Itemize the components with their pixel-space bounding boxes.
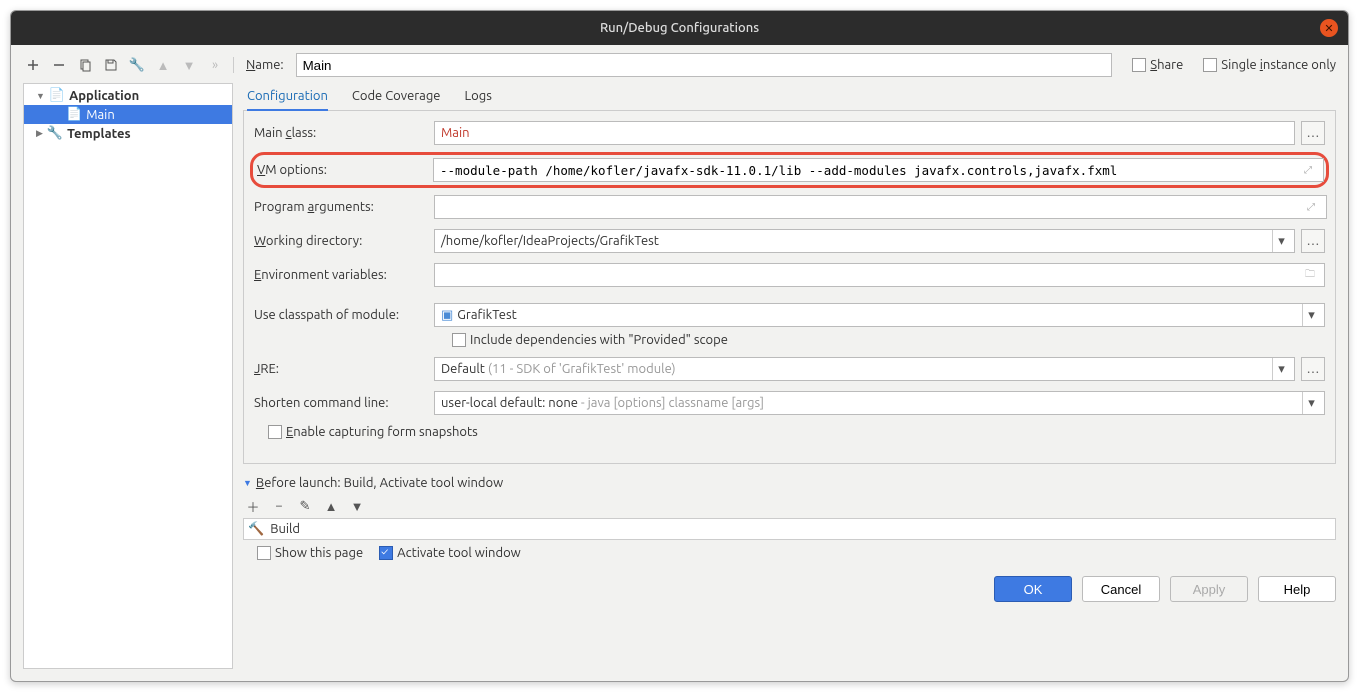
chevron-down-icon[interactable]: ▾ bbox=[1272, 230, 1290, 252]
enable-snapshots-checkbox[interactable] bbox=[268, 425, 282, 439]
chevron-down-icon[interactable]: ▾ bbox=[1272, 358, 1290, 380]
main-class-label: Main class:Main class: bbox=[254, 126, 434, 140]
tree-node-templates[interactable]: ▶ 🔧 Templates bbox=[24, 124, 232, 143]
chevron-down-icon[interactable]: ▾ bbox=[1302, 304, 1320, 326]
tabs-row: Configuration Code Coverage Logs bbox=[243, 83, 1336, 111]
tree-node-main[interactable]: 📄 Main bbox=[24, 105, 232, 124]
tab-code-coverage[interactable]: Code Coverage bbox=[352, 83, 441, 110]
cancel-button[interactable]: Cancel bbox=[1082, 576, 1160, 602]
move-down-task-icon[interactable]: ▼ bbox=[347, 496, 367, 516]
single-instance-checkbox[interactable] bbox=[1203, 58, 1217, 72]
vm-options-label: VM options:VM options: bbox=[257, 163, 433, 177]
activate-tool-row[interactable]: Activate tool window bbox=[379, 546, 521, 560]
jre-select[interactable]: Default (11 - SDK of 'GrafikTest' module… bbox=[434, 357, 1295, 381]
toolbar-separator bbox=[233, 57, 234, 73]
name-input[interactable] bbox=[296, 53, 1113, 77]
classpath-module-select[interactable]: ▣ GrafikTest ▾ bbox=[434, 303, 1325, 327]
program-args-label: Program arguments:Program arguments: bbox=[254, 200, 434, 214]
activate-tool-checkbox[interactable] bbox=[379, 546, 393, 560]
include-deps-checkbox[interactable] bbox=[452, 333, 466, 347]
add-config-icon[interactable] bbox=[23, 55, 43, 75]
apply-button: Apply bbox=[1170, 576, 1248, 602]
move-down-icon[interactable]: ▼ bbox=[179, 55, 199, 75]
browse-main-class-button[interactable]: … bbox=[1301, 121, 1325, 145]
main-class-input[interactable] bbox=[434, 121, 1295, 145]
working-dir-input[interactable]: /home/kofler/IdeaProjects/GrafikTest ▾ bbox=[434, 229, 1295, 253]
tree-expander-icon[interactable]: ▼ bbox=[36, 91, 45, 101]
env-vars-input[interactable] bbox=[434, 263, 1325, 287]
before-launch-list[interactable]: 🔨 Build bbox=[243, 518, 1336, 540]
remove-task-icon[interactable]: − bbox=[269, 496, 289, 516]
jre-label: JRE:JRE: bbox=[254, 362, 434, 376]
env-vars-label: Environment variables:Environment variab… bbox=[254, 268, 434, 282]
single-instance-checkbox-row[interactable]: Single instance only Single instance onl… bbox=[1203, 58, 1336, 72]
show-this-page-checkbox[interactable] bbox=[257, 546, 271, 560]
more-icon[interactable]: » bbox=[205, 55, 225, 75]
wrench-icon[interactable]: 🔧 bbox=[127, 55, 147, 75]
ok-button[interactable]: OK bbox=[994, 576, 1072, 602]
vm-options-input[interactable] bbox=[433, 158, 1324, 182]
working-dir-label: Working directory:Working directory: bbox=[254, 234, 434, 248]
hammer-icon: 🔨 bbox=[248, 522, 264, 537]
application-node-icon: 📄 bbox=[49, 88, 65, 103]
module-icon: ▣ bbox=[441, 308, 453, 323]
help-button[interactable]: Help bbox=[1258, 576, 1336, 602]
add-task-icon[interactable]: ＋ bbox=[243, 496, 263, 516]
before-launch-header[interactable]: ▼ Before launch: Build, Activate tool wi… bbox=[243, 476, 1336, 490]
copy-config-icon[interactable] bbox=[75, 55, 95, 75]
browse-jre-button[interactable]: … bbox=[1301, 357, 1325, 381]
save-config-icon[interactable] bbox=[101, 55, 121, 75]
title-bar: Run/Debug Configurations ✕ bbox=[11, 11, 1348, 45]
program-args-input[interactable] bbox=[434, 195, 1327, 219]
browse-working-dir-button[interactable]: … bbox=[1301, 229, 1325, 253]
close-window-button[interactable]: ✕ bbox=[1320, 19, 1338, 37]
templates-node-icon: 🔧 bbox=[47, 126, 63, 141]
include-deps-checkbox-row[interactable]: Include dependencies with "Provided" sco… bbox=[452, 333, 728, 347]
main-node-icon: 📄 bbox=[66, 107, 82, 122]
tab-logs[interactable]: Logs bbox=[465, 83, 492, 110]
enable-snapshots-checkbox-row[interactable]: Enable capturing form snapshots Enable c… bbox=[268, 425, 478, 439]
share-checkbox-row[interactable]: Share Share bbox=[1132, 58, 1183, 72]
shorten-cmd-label: Shorten command line: bbox=[254, 396, 434, 410]
move-up-icon[interactable]: ▲ bbox=[153, 55, 173, 75]
shorten-cmd-select[interactable]: user-local default: none - java [options… bbox=[434, 391, 1325, 415]
tab-configuration[interactable]: Configuration bbox=[247, 83, 328, 111]
chevron-down-icon[interactable]: ▾ bbox=[1302, 392, 1320, 414]
show-this-page-row[interactable]: Show this page bbox=[257, 546, 363, 560]
share-checkbox[interactable] bbox=[1132, 58, 1146, 72]
window-title: Run/Debug Configurations bbox=[600, 21, 759, 35]
tree-expander-icon[interactable]: ▶ bbox=[36, 128, 43, 139]
tree-node-application[interactable]: ▼ 📄 Application bbox=[24, 86, 232, 105]
edit-task-icon[interactable]: ✎ bbox=[295, 496, 315, 516]
move-up-task-icon[interactable]: ▲ bbox=[321, 496, 341, 516]
remove-config-icon[interactable] bbox=[49, 55, 69, 75]
config-tree[interactable]: ▼ 📄 Application 📄 Main ▶ 🔧 Templates bbox=[23, 83, 233, 669]
classpath-label: Use classpath of module: bbox=[254, 308, 434, 322]
collapse-icon[interactable]: ▼ bbox=[243, 478, 252, 488]
name-label: NName:ame: bbox=[246, 58, 284, 72]
